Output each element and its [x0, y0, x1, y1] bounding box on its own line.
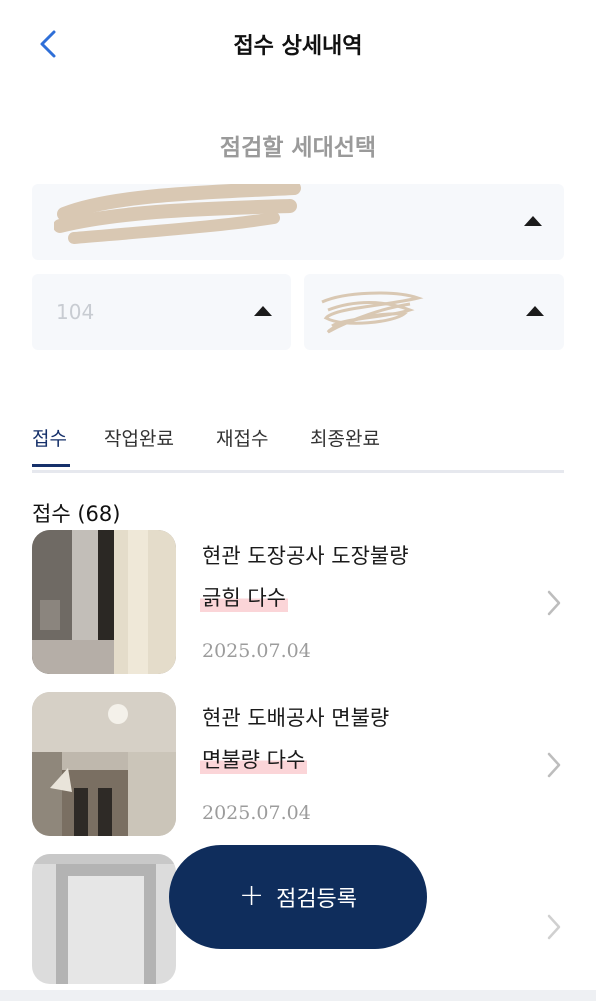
item-title: 현관 도배공사 면불량	[202, 706, 390, 730]
redacted-value	[54, 184, 301, 244]
unit-select-label: 점검할 세대선택	[219, 135, 377, 161]
item-date: 2025.07.04	[202, 640, 311, 662]
building-select-value: 104	[56, 300, 95, 324]
list-count: 접수 (68)	[32, 502, 121, 526]
chevron-right-icon	[547, 590, 561, 616]
active-tab-indicator	[32, 464, 70, 467]
unit-select[interactable]	[304, 274, 564, 350]
list-item[interactable]: 현관 도배공사 면불량 면불량 다수 2025.07.04	[0, 692, 596, 842]
tab-final-completed[interactable]: 최종완료	[310, 424, 380, 451]
header: 접수 상세내역	[0, 0, 596, 88]
tab-re-received[interactable]: 재접수	[216, 424, 268, 451]
tab-work-completed[interactable]: 작업완료	[104, 424, 174, 451]
item-title: 현관 도장공사 도장불량	[202, 544, 409, 568]
page-title: 접수 상세내역	[233, 34, 363, 59]
list-item[interactable]: 현관 도장공사 도장불량 긁힘 다수 2025.07.04	[0, 530, 596, 680]
defect-photo	[32, 854, 176, 984]
caret-up-icon	[526, 306, 544, 316]
register-inspection-label: 점검등록	[276, 887, 358, 912]
defect-photo	[32, 530, 176, 674]
item-detail: 면불량 다수	[200, 744, 308, 774]
caret-up-icon	[524, 216, 542, 226]
plus-icon: +	[238, 878, 265, 913]
caret-up-icon	[254, 306, 272, 316]
chevron-right-icon	[547, 914, 561, 940]
chevron-right-icon	[547, 752, 561, 778]
tab-received[interactable]: 접수	[32, 424, 67, 451]
defect-photo	[32, 692, 176, 836]
register-inspection-button[interactable]: + 점검등록	[169, 845, 427, 949]
bottom-bar	[0, 990, 596, 1001]
complex-select[interactable]	[32, 184, 564, 260]
building-select[interactable]: 104	[32, 274, 291, 350]
redacted-value	[321, 291, 424, 334]
item-detail: 긁힘 다수	[200, 582, 288, 612]
item-date: 2025.07.04	[202, 802, 311, 824]
status-tabs: 접수 작업완료 재접수 최종완료	[32, 418, 564, 473]
